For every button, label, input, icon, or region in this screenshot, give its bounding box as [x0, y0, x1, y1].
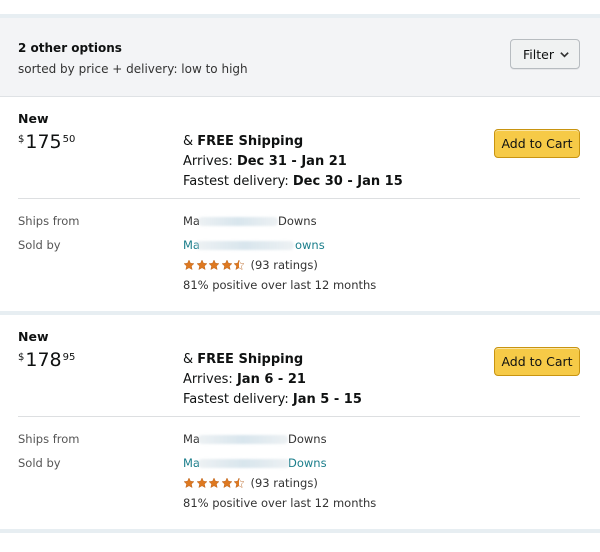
redaction-blur	[198, 435, 288, 444]
offers-header: 2 other options sorted by price + delive…	[0, 18, 600, 97]
fastest-label: Fastest delivery:	[183, 174, 293, 189]
price-whole: 175	[25, 131, 62, 153]
add-to-cart-button[interactable]: Add to Cart	[494, 129, 580, 158]
rating-count: (93 ratings)	[250, 258, 318, 272]
seller-end: owns	[294, 238, 325, 252]
filter-label: Filter	[523, 46, 554, 62]
rating-count: (93 ratings)	[250, 476, 318, 490]
shipping-line: & FREE Shipping	[183, 132, 403, 152]
ships-from-label: Ships from	[18, 214, 80, 228]
seller-end: Downs	[287, 456, 327, 470]
top-strip	[0, 0, 600, 18]
sold-by-label: Sold by	[18, 238, 61, 252]
arrives-label: Arrives:	[183, 372, 237, 387]
shipping-info: & FREE Shipping Arrives: Jan 6 - 21 Fast…	[183, 350, 362, 410]
next-section-peek	[0, 533, 600, 552]
ships-from-label: Ships from	[18, 432, 80, 446]
fastest-line: Fastest delivery: Dec 30 - Jan 15	[183, 172, 403, 192]
offer-card: New $ 178 95 & FREE Shipping Arrives: Ja…	[0, 315, 600, 529]
price-symbol: $	[18, 134, 25, 145]
ships-from-end: Downs	[287, 432, 327, 446]
redaction-blur	[198, 217, 278, 226]
redaction-blur	[198, 459, 290, 468]
star-full-icon	[183, 477, 195, 488]
price-fraction: 95	[62, 352, 76, 363]
star-half-icon	[233, 477, 245, 488]
redaction-blur	[196, 241, 294, 250]
condition-label: New	[18, 111, 49, 126]
condition-label: New	[18, 329, 49, 344]
offer-card: New $ 175 50 & FREE Shipping Arrives: De…	[0, 97, 600, 311]
arrives-dates: Jan 6 - 21	[236, 372, 306, 387]
star-full-icon	[183, 259, 195, 270]
positive-feedback: 81% positive over last 12 months	[183, 496, 377, 510]
arrives-line: Arrives: Dec 31 - Jan 21	[183, 152, 403, 172]
shipping-prefix: &	[183, 352, 198, 367]
divider	[18, 416, 580, 417]
star-full-icon	[221, 477, 232, 488]
seller-rating[interactable]: (93 ratings)	[183, 476, 318, 490]
shipping-line: & FREE Shipping	[183, 350, 362, 370]
star-full-icon	[196, 477, 207, 488]
sort-description: sorted by price + delivery: low to high	[18, 62, 248, 76]
positive-feedback: 81% positive over last 12 months	[183, 278, 377, 292]
fastest-label: Fastest delivery:	[183, 392, 293, 407]
shipping-info: & FREE Shipping Arrives: Dec 31 - Jan 21…	[183, 132, 403, 192]
arrives-line: Arrives: Jan 6 - 21	[183, 370, 362, 390]
price: $ 175 50	[18, 132, 75, 152]
ships-from-end: Downs	[277, 214, 317, 228]
offers-count: 2 other options	[18, 41, 122, 55]
price-symbol: $	[18, 352, 25, 363]
star-half-icon	[233, 259, 245, 270]
fastest-line: Fastest delivery: Jan 5 - 15	[183, 390, 362, 410]
arrives-label: Arrives:	[183, 154, 237, 169]
shipping-prefix: &	[183, 134, 198, 149]
price-whole: 178	[25, 349, 62, 371]
chevron-down-icon	[560, 52, 569, 58]
price: $ 178 95	[18, 350, 75, 370]
fastest-dates: Jan 5 - 15	[292, 392, 362, 407]
add-to-cart-button[interactable]: Add to Cart	[494, 347, 580, 376]
filter-button[interactable]: Filter	[510, 39, 580, 69]
seller-rating[interactable]: (93 ratings)	[183, 258, 318, 272]
free-shipping: FREE Shipping	[197, 134, 304, 149]
price-fraction: 50	[62, 134, 76, 145]
star-full-icon	[196, 259, 207, 270]
star-full-icon	[221, 259, 232, 270]
rating-stars	[183, 477, 246, 489]
free-shipping: FREE Shipping	[197, 352, 304, 367]
sold-by-label: Sold by	[18, 456, 61, 470]
divider	[18, 198, 580, 199]
star-full-icon	[208, 477, 220, 488]
arrives-dates: Dec 31 - Jan 21	[236, 154, 347, 169]
rating-stars	[183, 259, 246, 271]
fastest-dates: Dec 30 - Jan 15	[292, 174, 403, 189]
star-full-icon	[208, 259, 220, 270]
